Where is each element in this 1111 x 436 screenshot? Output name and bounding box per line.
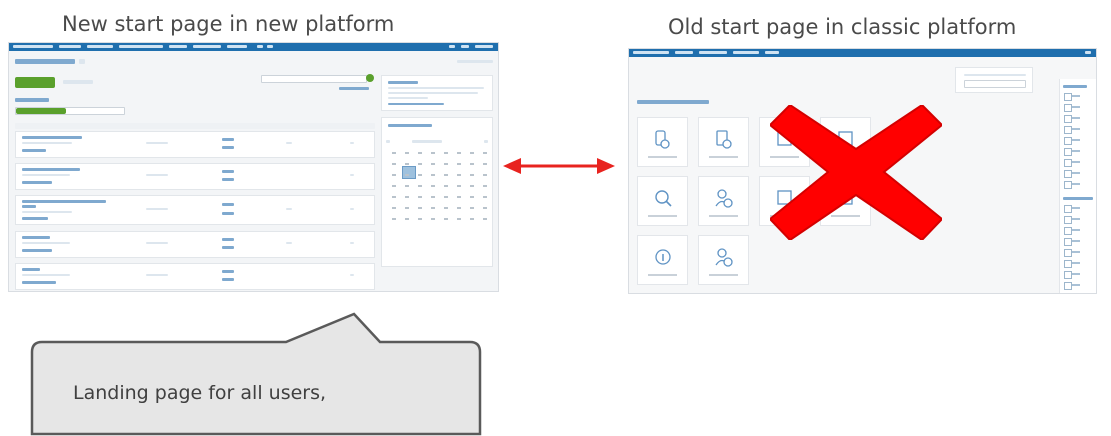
calendar-day-cell [428, 171, 438, 179]
calendar-day-cell [467, 182, 477, 190]
calendar-day-cell [454, 215, 464, 223]
side-list-item [1064, 159, 1080, 167]
side-list-item [1064, 249, 1080, 257]
calendar-day-cell [467, 160, 477, 168]
calendar-day-cell [454, 182, 464, 190]
calendar-day-cell [467, 171, 477, 179]
calendar-day-cell [428, 215, 438, 223]
double-headed-arrow-icon [503, 158, 615, 174]
side-list-item [1064, 93, 1080, 101]
side-list-item [1064, 148, 1080, 156]
calendar-day-cell [428, 160, 438, 168]
side-list-item [1064, 137, 1080, 145]
calendar-day-cell [480, 204, 490, 212]
calendar-day-cell [480, 160, 490, 168]
calendar-day-cell [454, 160, 464, 168]
new-platform-top-bar [9, 43, 498, 51]
speech-callout-shape [30, 312, 482, 436]
calendar-day-cell [480, 193, 490, 201]
side-list-item [1064, 115, 1080, 123]
calendar-day-cell [415, 171, 425, 179]
calendar-day-cell [467, 193, 477, 201]
side-list-item [1064, 271, 1080, 279]
calendar-day-cell [402, 193, 412, 201]
side-list-item [1064, 170, 1080, 178]
calendar-day-cell [428, 204, 438, 212]
calendar-day-cell [441, 149, 451, 157]
green-action-button [15, 77, 55, 88]
red-x-mark-icon [770, 105, 942, 240]
side-list-item [1064, 238, 1080, 246]
calendar-day-cell [480, 182, 490, 190]
calendar-day-cell [389, 149, 399, 157]
calendar-day-cell [441, 160, 451, 168]
calendar-day-cell [402, 204, 412, 212]
caption-old-start-page: Old start page in classic platform [668, 15, 1017, 39]
calendar-day-cell [441, 182, 451, 190]
calendar-day-cell [389, 204, 399, 212]
new-start-page-screenshot [8, 42, 499, 292]
calendar-day-cell [441, 204, 451, 212]
calendar-day-cell [454, 171, 464, 179]
calendar-day-cell [480, 171, 490, 179]
calendar-day-cell [428, 149, 438, 157]
calendar-day-cell [415, 215, 425, 223]
side-list-item [1064, 205, 1080, 213]
calendar-day-cell [389, 160, 399, 168]
calendar-day-cell [415, 160, 425, 168]
classic-platform-top-bar [629, 49, 1096, 57]
calendar-day-cell [389, 193, 399, 201]
calendar-day-cell [389, 171, 399, 179]
calendar-day-cell [415, 182, 425, 190]
calendar-day-cell [480, 215, 490, 223]
calendar-day-cell [402, 171, 412, 179]
caption-new-start-page: New start page in new platform [62, 12, 395, 36]
calendar-day-cell [415, 149, 425, 157]
calendar-day-cell [389, 215, 399, 223]
calendar-day-cell [454, 193, 464, 201]
calendar-day-cell [402, 160, 412, 168]
calendar-day-cell [467, 149, 477, 157]
side-list-item [1064, 104, 1080, 112]
side-list-item [1064, 126, 1080, 134]
calendar-day-cell [441, 215, 451, 223]
side-list-item [1064, 260, 1080, 268]
calendar-day-cell [402, 149, 412, 157]
side-list-item [1064, 216, 1080, 224]
side-list-item [1064, 282, 1080, 290]
side-list-item [1064, 227, 1080, 235]
calendar-day-cell [467, 215, 477, 223]
calendar-day-cell [415, 204, 425, 212]
calendar-day-cell [454, 149, 464, 157]
calendar-day-cell [428, 182, 438, 190]
calendar-day-cell [415, 193, 425, 201]
callout-text: Landing page for all users, [73, 382, 327, 404]
calendar-day-cell [480, 149, 490, 157]
side-list-item [1064, 181, 1080, 189]
calendar-day-cell [402, 182, 412, 190]
calendar-day-cell [402, 215, 412, 223]
calendar-day-cell [454, 204, 464, 212]
calendar-day-cell [441, 171, 451, 179]
calendar-day-cell [467, 204, 477, 212]
calendar-day-cell [389, 182, 399, 190]
calendar-day-cell [428, 193, 438, 201]
calendar-day-cell [441, 193, 451, 201]
